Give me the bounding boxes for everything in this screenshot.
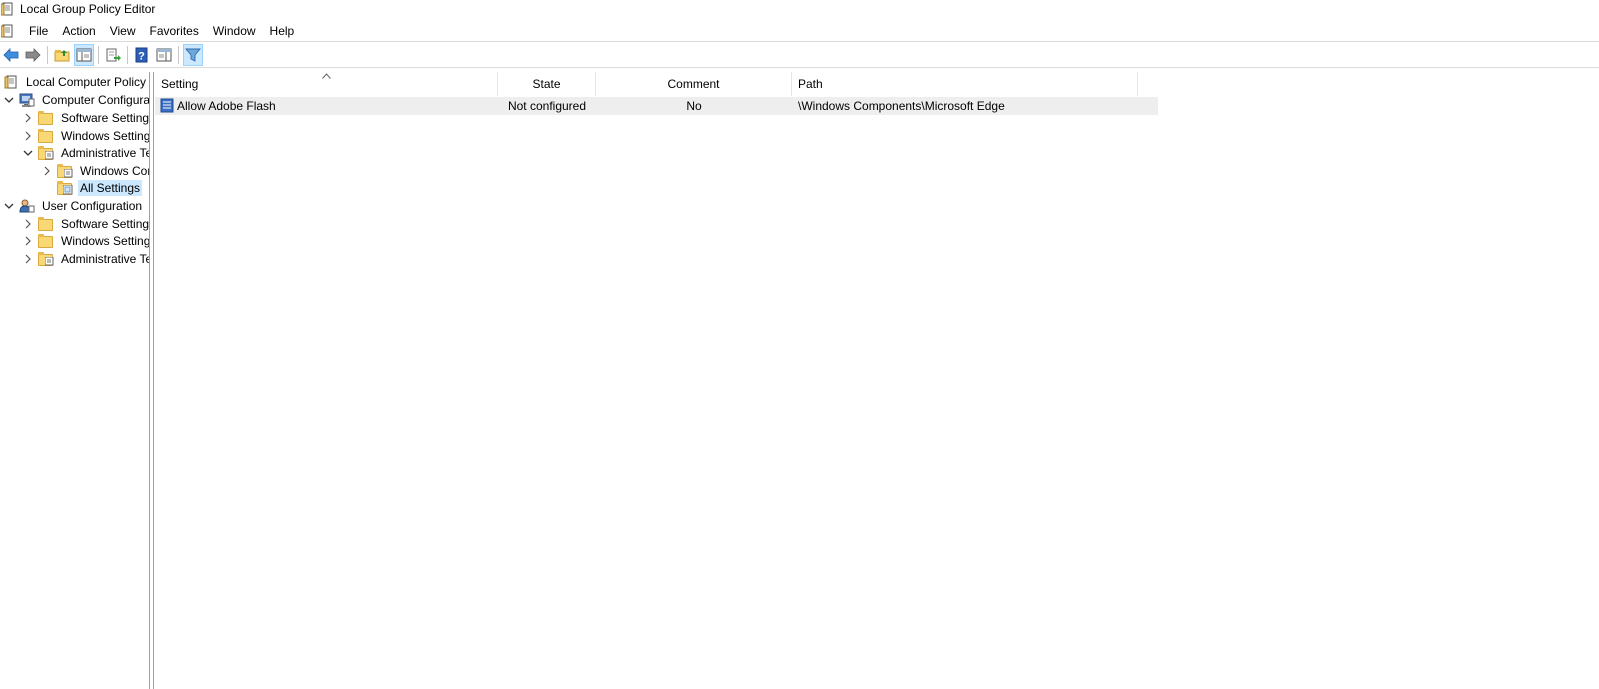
show-hide-console-tree-icon — [76, 48, 92, 62]
filter-button[interactable] — [183, 44, 203, 66]
pane-splitter[interactable] — [150, 72, 154, 689]
chevron-right-icon[interactable] — [23, 254, 33, 264]
admin-templates-icon — [38, 145, 54, 161]
tree-item-computer-configuration[interactable]: Computer Configura — [4, 91, 150, 109]
admin-templates-icon — [38, 251, 54, 267]
folder-icon — [38, 233, 54, 249]
menu-window[interactable]: Window — [206, 21, 263, 41]
tree-item-label: Windows Setting — [61, 129, 150, 143]
window-title: Local Group Policy Editor — [20, 2, 156, 16]
tree-item-all-settings[interactable]: All Settings — [57, 179, 143, 197]
tree-item-label: Administrative Te — [61, 146, 150, 160]
tree-item-software-settings[interactable]: Software Settings — [23, 109, 150, 127]
chevron-down-icon[interactable] — [4, 95, 14, 105]
export-list-icon — [106, 48, 121, 62]
forward-button[interactable] — [23, 44, 43, 66]
settings-list: Setting State Comment Path Allow Adobe F… — [155, 72, 1599, 689]
column-header-label: State — [532, 77, 561, 91]
policy-setting-icon — [160, 98, 176, 116]
toolbar: ? — [0, 43, 1599, 68]
toolbar-separator — [47, 46, 48, 64]
tree-item-windows-components[interactable]: Windows Cor — [42, 162, 150, 180]
column-header-label: Setting — [161, 77, 199, 91]
setting-state: Not configured — [507, 99, 587, 113]
tree-item-local-computer-policy[interactable]: Local Computer Policy — [3, 73, 148, 91]
tree-item-label: User Configuration — [42, 199, 143, 213]
folder-icon — [38, 128, 54, 144]
export-list-button[interactable] — [103, 44, 123, 66]
up-one-level-icon — [54, 50, 70, 62]
up-one-level-button[interactable] — [52, 44, 72, 66]
tree-item-windows-settings[interactable]: Windows Setting — [23, 127, 150, 145]
tree-item-user-windows-settings[interactable]: Windows Setting — [23, 232, 150, 250]
menu-help[interactable]: Help — [263, 21, 302, 41]
tree-item-user-administrative-templates[interactable]: Administrative Te — [23, 250, 150, 268]
svg-text:?: ? — [138, 51, 145, 63]
column-header-state[interactable]: State — [498, 72, 596, 96]
toolbar-separator — [98, 46, 99, 64]
menu-action[interactable]: Action — [55, 21, 102, 41]
menu-view[interactable]: View — [103, 21, 143, 41]
tree-item-label: Software Settings — [61, 111, 150, 125]
sort-ascending-icon — [322, 71, 331, 81]
chevron-right-icon[interactable] — [42, 166, 52, 176]
title-bar: Local Group Policy Editor — [0, 0, 1599, 18]
show-hide-console-tree-button[interactable] — [74, 44, 94, 66]
chevron-right-icon[interactable] — [23, 219, 33, 229]
computer-icon — [19, 92, 35, 108]
tree-item-label: All Settings — [78, 180, 143, 196]
tree-item-user-software-settings[interactable]: Software Settings — [23, 215, 150, 233]
chevron-right-icon[interactable] — [23, 236, 33, 246]
toolbar-separator — [178, 46, 179, 64]
system-menu-icon[interactable] — [0, 24, 15, 38]
column-header-comment[interactable]: Comment — [596, 72, 792, 96]
menu-bar: File Action View Favorites Window Help — [0, 20, 1599, 42]
folder-icon — [38, 110, 54, 126]
help-icon: ? — [135, 47, 148, 63]
column-header-setting[interactable]: Setting — [155, 72, 498, 96]
toolbar-separator — [127, 46, 128, 64]
all-settings-icon — [57, 180, 73, 196]
show-hide-action-pane-button[interactable] — [154, 44, 174, 66]
tree-item-label: Local Computer Policy — [26, 75, 147, 89]
tree-item-label: Windows Setting — [61, 234, 150, 248]
tree-item-label: Software Settings — [61, 217, 150, 231]
column-header-path[interactable]: Path — [792, 72, 1138, 96]
chevron-down-icon[interactable] — [4, 201, 14, 211]
admin-templates-icon — [57, 163, 73, 179]
folder-icon — [38, 216, 54, 232]
console-tree: Local Computer Policy Computer Configura… — [0, 72, 150, 689]
forward-icon — [25, 48, 41, 62]
menu-favorites[interactable]: Favorites — [143, 21, 206, 41]
user-icon — [19, 198, 35, 214]
column-header-label: Comment — [667, 77, 720, 91]
setting-path: \Windows Components\Microsoft Edge — [798, 99, 1005, 113]
setting-comment: No — [686, 99, 702, 113]
chevron-right-icon[interactable] — [23, 113, 33, 123]
column-header-label: Path — [798, 77, 823, 91]
tree-item-administrative-templates[interactable]: Administrative Te — [23, 144, 150, 162]
chevron-right-icon[interactable] — [23, 131, 33, 141]
tree-item-label: Administrative Te — [61, 252, 150, 266]
menu-file[interactable]: File — [22, 21, 55, 41]
back-button[interactable] — [1, 44, 21, 66]
chevron-down-icon[interactable] — [23, 148, 33, 158]
group-policy-app-icon — [0, 2, 15, 16]
tree-item-user-configuration[interactable]: User Configuration — [4, 197, 144, 215]
policy-icon — [3, 74, 19, 90]
show-hide-action-pane-icon — [156, 48, 172, 62]
setting-name: Allow Adobe Flash — [177, 99, 276, 113]
filter-icon — [185, 48, 201, 62]
table-row[interactable]: Allow Adobe Flash Not configured No \Win… — [155, 97, 1158, 115]
tree-item-label: Windows Cor — [80, 164, 150, 178]
tree-item-label: Computer Configura — [42, 93, 150, 107]
back-icon — [3, 48, 19, 62]
help-button[interactable]: ? — [132, 44, 152, 66]
